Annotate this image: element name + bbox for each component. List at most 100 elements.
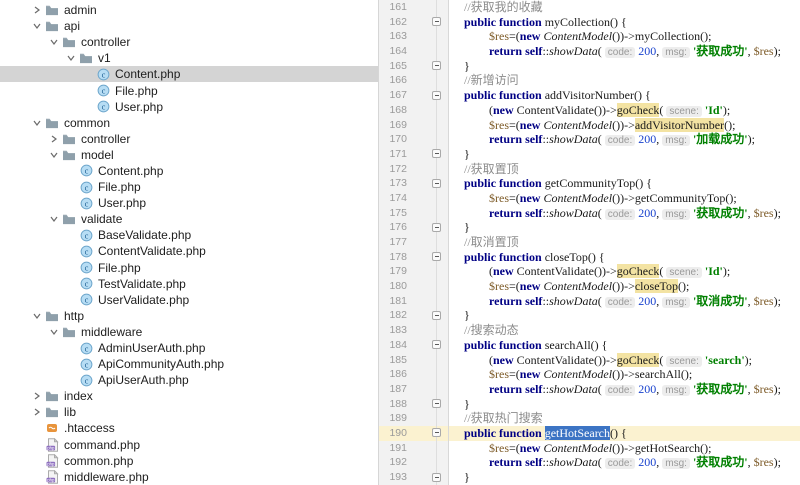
fold-end-icon[interactable] xyxy=(432,310,441,320)
code-text[interactable]: } xyxy=(449,58,800,74)
code-text[interactable]: public function searchAll() { xyxy=(449,337,800,353)
fold-collapse-icon[interactable] xyxy=(432,90,441,100)
code-text[interactable]: //新增访问 xyxy=(449,73,800,89)
code-text[interactable]: //获取置顶 xyxy=(449,161,800,177)
code-text[interactable]: public function addVisitorNumber() { xyxy=(449,88,800,103)
folder-icon xyxy=(44,309,60,323)
code-text[interactable]: (new ContentValidate())->goCheck( scene:… xyxy=(449,102,800,118)
code-text[interactable]: public function getHotSearch() { xyxy=(449,425,800,441)
fold-end-icon[interactable] xyxy=(432,222,441,232)
tree-item-middleware[interactable]: middleware xyxy=(0,324,378,340)
tree-item-htaccess[interactable]: .htaccess xyxy=(0,420,378,436)
chevron-down-icon[interactable] xyxy=(30,309,44,323)
code-line-173: 173 public function getCommunityTop() { xyxy=(379,176,800,191)
code-text[interactable]: //搜索动态 xyxy=(449,323,800,338)
chevron-down-icon[interactable] xyxy=(47,35,61,49)
code-text[interactable]: public function getCommunityTop() { xyxy=(449,176,800,191)
tree-item-uservalidate-php[interactable]: c UserValidate.php xyxy=(0,292,378,308)
fold-collapse-icon[interactable] xyxy=(432,17,441,27)
chevron-right-icon[interactable] xyxy=(30,3,44,17)
tree-item-command-php[interactable]: php command.php xyxy=(0,437,378,453)
fold-collapse-icon[interactable] xyxy=(432,252,441,262)
tree-item-middleware-php[interactable]: php middleware.php xyxy=(0,469,378,485)
tree-item-label: controller xyxy=(81,35,131,50)
code-text[interactable]: } xyxy=(449,308,800,324)
code-text[interactable]: return self::showData( code: 200, msg: '… xyxy=(449,205,800,221)
tree-item-apiuserauth-php[interactable]: c ApiUserAuth.php xyxy=(0,372,378,388)
chevron-right-icon[interactable] xyxy=(30,405,44,419)
code-text[interactable]: } xyxy=(449,396,800,412)
code-text[interactable]: return self::showData( code: 200, msg: '… xyxy=(449,132,800,147)
chevron-right-icon[interactable] xyxy=(30,389,44,403)
tree-item-file-php[interactable]: c File.php xyxy=(0,179,378,195)
tree-item-index[interactable]: index xyxy=(0,388,378,404)
code-text[interactable]: } xyxy=(449,146,800,162)
tree-item-file-php[interactable]: c File.php xyxy=(0,82,378,98)
code-text[interactable]: public function closeTop() { xyxy=(449,249,800,265)
code-text[interactable]: } xyxy=(449,220,800,235)
code-text[interactable]: return self::showData( code: 200, msg: '… xyxy=(449,381,800,397)
chevron-down-icon[interactable] xyxy=(30,19,44,33)
gutter-fold-column xyxy=(407,58,449,74)
chevron-down-icon[interactable] xyxy=(64,51,78,65)
tree-item-basevalidate-php[interactable]: c BaseValidate.php xyxy=(0,227,378,243)
chevron-down-icon[interactable] xyxy=(47,148,61,162)
code-text[interactable]: (new ContentValidate())->goCheck( scene:… xyxy=(449,352,800,368)
code-text[interactable]: } xyxy=(449,470,800,485)
chevron-down-icon[interactable] xyxy=(47,212,61,226)
tree-item-model[interactable]: model xyxy=(0,147,378,163)
gutter-fold-column xyxy=(407,0,449,15)
line-number: 187 xyxy=(379,381,407,397)
code-text[interactable]: $res=(new ContentModel())->addVisitorNum… xyxy=(449,117,800,133)
code-text[interactable]: $res=(new ContentModel())->getCommunityT… xyxy=(449,190,800,206)
fold-end-icon[interactable] xyxy=(432,149,441,159)
code-text[interactable]: return self::showData( code: 200, msg: '… xyxy=(449,455,800,470)
php-class-icon: c xyxy=(78,341,94,355)
php-class-icon: c xyxy=(78,196,94,210)
line-number: 177 xyxy=(379,235,407,250)
code-text[interactable]: return self::showData( code: 200, msg: '… xyxy=(449,44,800,59)
fold-end-icon[interactable] xyxy=(432,399,441,409)
tree-item-common[interactable]: common xyxy=(0,115,378,131)
tree-item-api[interactable]: api xyxy=(0,18,378,34)
tree-item-content-php[interactable]: c Content.php xyxy=(0,66,378,83)
tree-item-adminuserauth-php[interactable]: c AdminUserAuth.php xyxy=(0,340,378,356)
fold-collapse-icon[interactable] xyxy=(432,428,441,438)
code-text[interactable]: //获取热门搜索 xyxy=(449,411,800,426)
tree-item-label: BaseValidate.php xyxy=(98,228,192,243)
tree-item-admin[interactable]: admin xyxy=(0,2,378,18)
code-text[interactable]: $res=(new ContentModel())->closeTop(); xyxy=(449,279,800,294)
chevron-down-icon[interactable] xyxy=(30,116,44,130)
tree-item-user-php[interactable]: c User.php xyxy=(0,195,378,211)
tree-item-controller[interactable]: controller xyxy=(0,34,378,50)
tree-item-http[interactable]: http xyxy=(0,308,378,324)
code-text[interactable]: return self::showData( code: 200, msg: '… xyxy=(449,293,800,309)
tree-item-v1[interactable]: v1 xyxy=(0,50,378,66)
code-text[interactable]: $res=(new ContentModel())->getHotSearch(… xyxy=(449,440,800,456)
tree-item-validate[interactable]: validate xyxy=(0,211,378,227)
tree-item-controller[interactable]: controller xyxy=(0,131,378,147)
tree-item-user-php[interactable]: c User.php xyxy=(0,99,378,115)
fold-collapse-icon[interactable] xyxy=(432,178,441,188)
tree-item-testvalidate-php[interactable]: c TestValidate.php xyxy=(0,276,378,292)
code-text[interactable]: //取消置顶 xyxy=(449,235,800,250)
tree-item-file-php[interactable]: c File.php xyxy=(0,260,378,276)
tree-item-common-php[interactable]: php common.php xyxy=(0,453,378,469)
tree-item-lib[interactable]: lib xyxy=(0,404,378,420)
code-text[interactable]: $res=(new ContentModel())->myCollection(… xyxy=(449,29,800,45)
code-text[interactable]: //获取我的收藏 xyxy=(449,0,800,15)
tree-item-contentvalidate-php[interactable]: c ContentValidate.php xyxy=(0,243,378,259)
fold-end-icon[interactable] xyxy=(432,472,441,482)
tree-item-content-php[interactable]: c Content.php xyxy=(0,163,378,179)
code-text[interactable]: public function myCollection() { xyxy=(449,14,800,30)
chevron-down-icon[interactable] xyxy=(47,325,61,339)
code-line-177: 177 //取消置顶 xyxy=(379,235,800,250)
code-text[interactable]: (new ContentValidate())->goCheck( scene:… xyxy=(449,264,800,280)
code-text[interactable]: $res=(new ContentModel())->searchAll(); xyxy=(449,367,800,382)
fold-end-icon[interactable] xyxy=(432,61,441,71)
fold-collapse-icon[interactable] xyxy=(432,340,441,350)
tree-item-apicommunityauth-php[interactable]: c ApiCommunityAuth.php xyxy=(0,356,378,372)
chevron-right-icon[interactable] xyxy=(47,132,61,146)
